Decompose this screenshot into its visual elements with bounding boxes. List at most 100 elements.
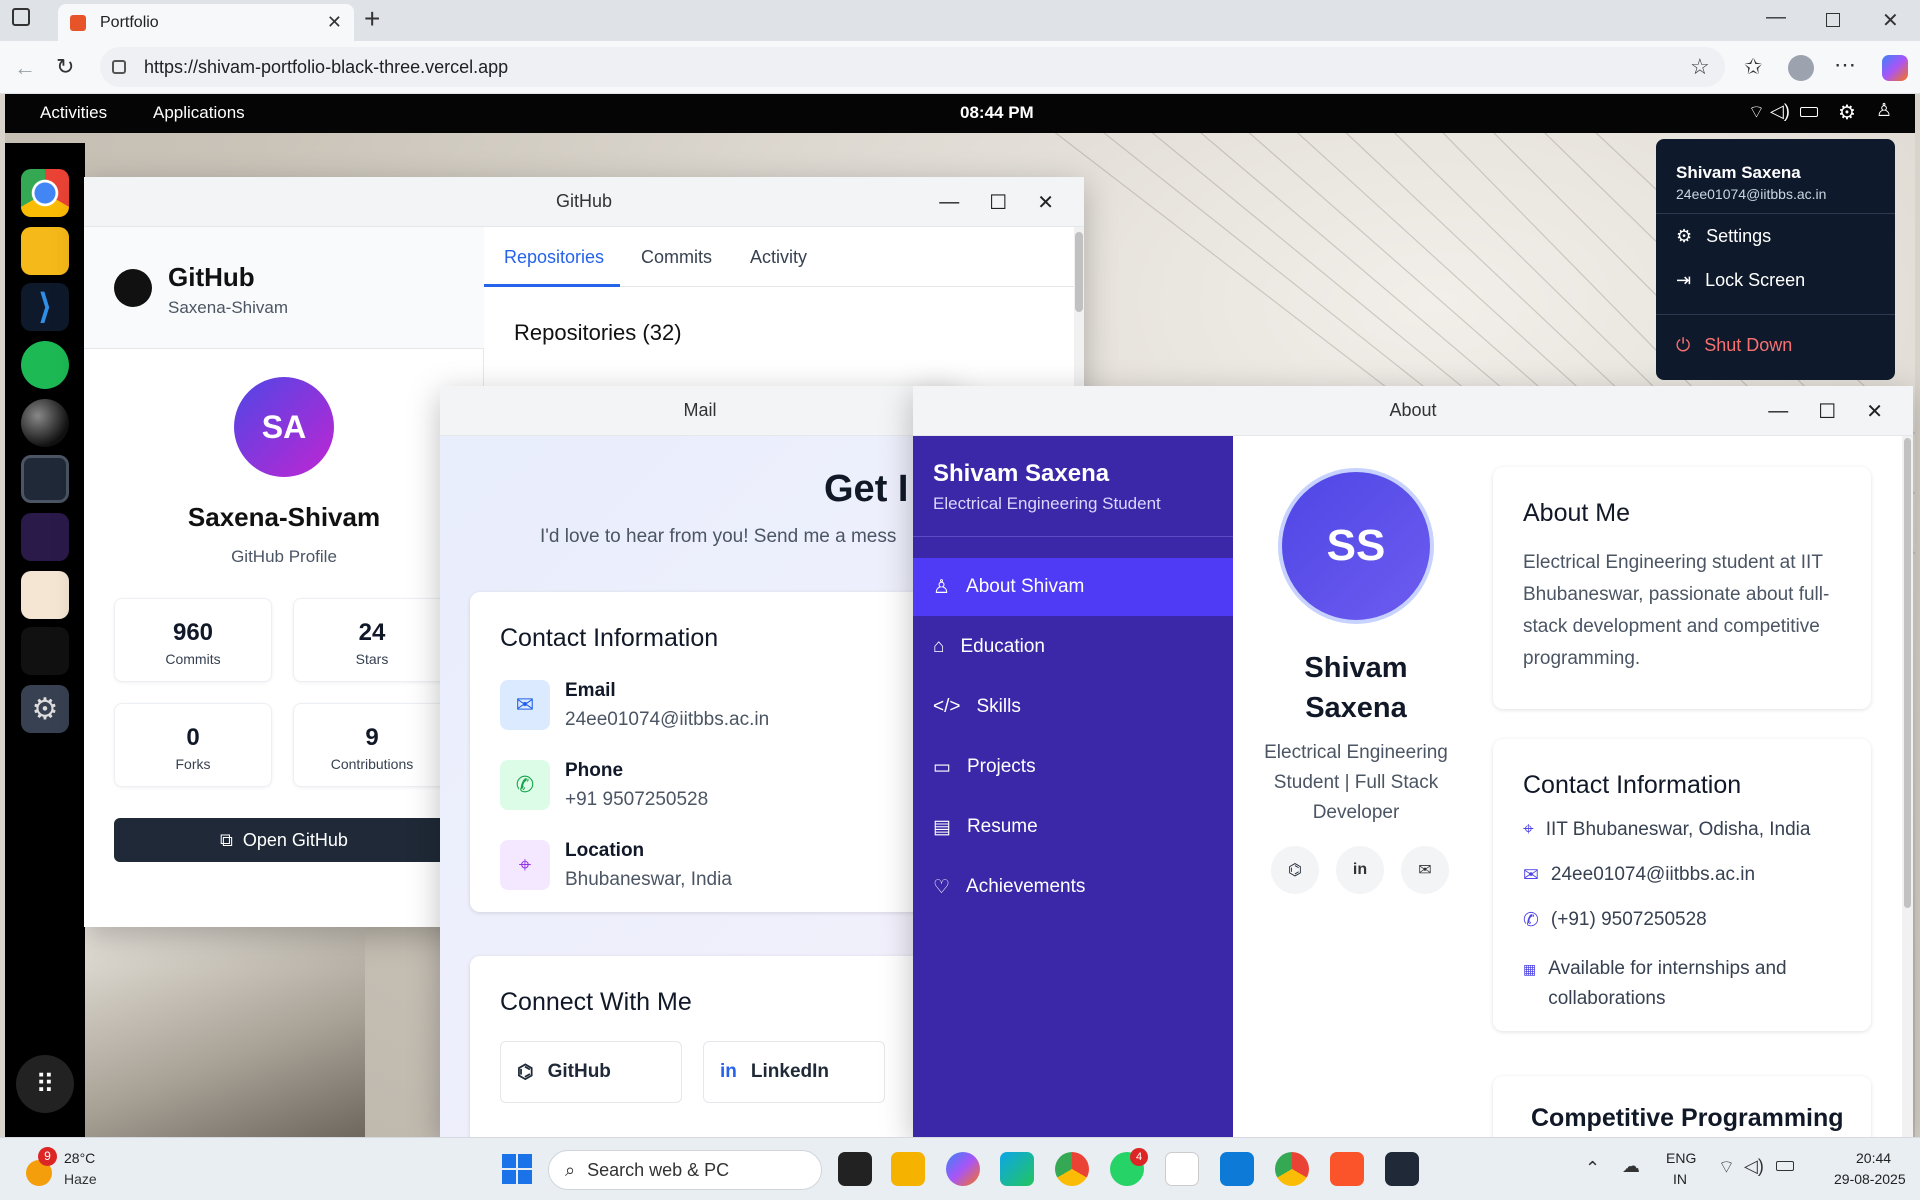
activities-button[interactable]: Activities: [40, 103, 107, 123]
mail-social-icon[interactable]: ✉: [1401, 846, 1449, 894]
url-field[interactable]: https://shivam-portfolio-black-three.ver…: [100, 47, 1725, 87]
spotify-icon[interactable]: [21, 341, 69, 389]
wifi-tray-icon[interactable]: ⌔: [1718, 1156, 1735, 1179]
user-icon[interactable]: ♙: [1876, 100, 1892, 121]
browser-tab[interactable]: Portfolio ✕: [58, 4, 354, 41]
copilot-icon[interactable]: [1882, 55, 1908, 81]
monitor-icon[interactable]: [21, 455, 69, 503]
chrome-taskbar-icon[interactable]: [1055, 1152, 1089, 1186]
battery-icon[interactable]: [1800, 107, 1818, 117]
battery-tray-icon[interactable]: [1776, 1161, 1794, 1171]
terminal-taskbar-icon[interactable]: [1385, 1152, 1419, 1186]
github-social-icon[interactable]: ⌬: [1271, 846, 1319, 894]
lang-in[interactable]: IN: [1673, 1171, 1687, 1187]
sidebar-toggle-icon[interactable]: [12, 8, 30, 26]
favorites-icon[interactable]: ✩: [1744, 54, 1762, 80]
about-scrollbar[interactable]: [1902, 436, 1913, 1137]
close-icon[interactable]: ✕: [1037, 190, 1054, 215]
taskbar-search[interactable]: ⌕ Search web & PC: [548, 1150, 822, 1190]
menu-shutdown[interactable]: ⏻ Shut Down: [1676, 335, 1792, 356]
volume-icon[interactable]: ◁): [1770, 101, 1790, 122]
minimize-icon[interactable]: —: [939, 191, 959, 214]
open-github-button[interactable]: ⧉ Open GitHub: [114, 818, 454, 862]
stat-forks: 0 Forks: [114, 703, 272, 787]
settings-gear-icon[interactable]: ⚙: [1838, 100, 1856, 125]
contact-phone[interactable]: ✆ (+91) 9507250528: [1523, 909, 1707, 932]
site-info-icon[interactable]: [112, 60, 126, 74]
new-tab-button[interactable]: +: [364, 3, 380, 35]
volume-tray-icon[interactable]: ◁): [1744, 1156, 1764, 1177]
more-options-icon[interactable]: ⋯: [1834, 52, 1856, 78]
favorite-star-icon[interactable]: ☆: [1690, 54, 1710, 80]
location-value: Bhubaneswar, India: [565, 869, 732, 890]
about-window-title: About: [1389, 400, 1437, 420]
taskbar-time[interactable]: 20:44: [1856, 1150, 1891, 1166]
nav-about[interactable]: ♙ About Shivam: [913, 558, 1233, 616]
menu-lock-screen[interactable]: ⇥ Lock Screen: [1676, 270, 1805, 291]
weather-temp[interactable]: 28°C: [64, 1150, 95, 1166]
github-logo-icon: [114, 269, 152, 307]
weather-badge: 9: [38, 1147, 57, 1166]
window-close-icon[interactable]: ✕: [1882, 8, 1899, 33]
reload-icon[interactable]: ↻: [56, 54, 74, 80]
cloud-off-icon[interactable]: ☁: [1622, 1156, 1640, 1177]
chrome-icon[interactable]: [21, 169, 69, 217]
nav-projects[interactable]: ▭ Projects: [913, 738, 1233, 796]
maximize-icon[interactable]: ☐: [1818, 399, 1836, 424]
music-disc-icon[interactable]: [21, 399, 69, 447]
nav-education-label: Education: [960, 636, 1045, 657]
task-view-icon[interactable]: [838, 1152, 872, 1186]
connect-github-button[interactable]: ⌬ GitHub: [500, 1041, 682, 1103]
phone-value[interactable]: +91 9507250528: [565, 789, 708, 811]
menu-settings-label: Settings: [1706, 226, 1772, 246]
nav-achievements[interactable]: ♡ Achievements: [913, 858, 1233, 916]
settings-app-icon[interactable]: ⚙: [21, 685, 69, 733]
window-restore-icon[interactable]: [1826, 13, 1840, 27]
terminal-icon[interactable]: [21, 627, 69, 675]
tab-active-indicator: [484, 284, 620, 287]
contact-location: ⌖ IIT Bhubaneswar, Odisha, India: [1523, 819, 1810, 841]
resume-document-icon[interactable]: [21, 571, 69, 619]
app-grid-icon[interactable]: ⠿: [16, 1055, 74, 1113]
files-icon[interactable]: [21, 227, 69, 275]
vscode-icon[interactable]: ⟩: [21, 283, 69, 331]
edge-icon[interactable]: [1000, 1152, 1034, 1186]
mail-heading: Get I: [824, 468, 909, 510]
about-profile-role-line2: Student | Full Stack: [1273, 772, 1439, 793]
app-store-icon[interactable]: [1165, 1152, 1199, 1186]
tab-commits[interactable]: Commits: [641, 247, 712, 268]
applications-button[interactable]: Applications: [153, 103, 245, 123]
linkedin-social-icon[interactable]: in: [1336, 846, 1384, 894]
vscode-taskbar-icon[interactable]: [1220, 1152, 1254, 1186]
close-icon[interactable]: ✕: [1866, 399, 1883, 424]
nav-resume[interactable]: ▤ Resume: [913, 798, 1233, 856]
phone-label: Phone: [565, 760, 624, 781]
connect-linkedin-button[interactable]: in LinkedIn: [703, 1041, 885, 1103]
taskbar-date[interactable]: 29-08-2025: [1834, 1171, 1906, 1187]
tab-repositories[interactable]: Repositories: [504, 247, 604, 268]
copilot-taskbar-icon[interactable]: [946, 1152, 980, 1186]
back-icon[interactable]: ←: [14, 55, 36, 81]
contact-email-text: 24ee01074@iitbbs.ac.in: [1550, 864, 1756, 885]
contact-email[interactable]: ✉ 24ee01074@iitbbs.ac.in: [1523, 864, 1755, 887]
minimize-icon[interactable]: —: [1768, 400, 1788, 423]
mail-window: Mail Get I I'd love to hear from you! Se…: [440, 386, 960, 1137]
start-windows-icon[interactable]: [502, 1154, 532, 1184]
nav-skills[interactable]: </> Skills: [913, 678, 1233, 736]
about-profile-icon[interactable]: [21, 513, 69, 561]
maximize-icon[interactable]: ☐: [989, 190, 1007, 215]
window-minimize-icon[interactable]: —: [1766, 6, 1786, 29]
tab-activity[interactable]: Activity: [750, 247, 807, 268]
about-contact-heading: Contact Information: [1523, 771, 1742, 799]
file-explorer-icon[interactable]: [891, 1152, 925, 1186]
email-value[interactable]: 24ee01074@iitbbs.ac.in: [565, 709, 769, 731]
close-tab-icon[interactable]: ✕: [327, 12, 342, 33]
menu-settings[interactable]: ⚙ Settings: [1676, 226, 1771, 247]
nav-education[interactable]: ⌂ Education: [913, 618, 1233, 676]
lang-eng[interactable]: ENG: [1666, 1150, 1696, 1166]
brave-icon[interactable]: [1330, 1152, 1364, 1186]
tray-chevron-icon[interactable]: ⌃: [1585, 1158, 1600, 1179]
profile-avatar-icon[interactable]: [1788, 55, 1814, 81]
chrome-profile-icon[interactable]: [1275, 1152, 1309, 1186]
wifi-icon[interactable]: ⌔: [1748, 101, 1765, 124]
